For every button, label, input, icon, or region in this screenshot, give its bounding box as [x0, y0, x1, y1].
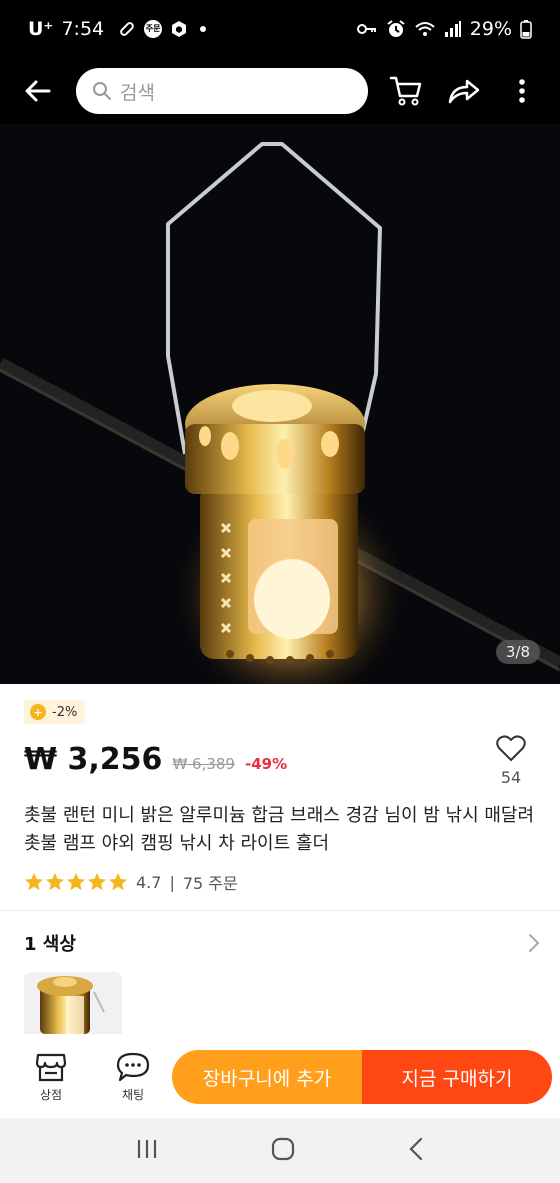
order-count: 75 주문: [182, 874, 238, 893]
notification-badge-icon: 주문: [144, 20, 163, 38]
store-label: 상점: [39, 1087, 63, 1102]
search-icon: [93, 82, 111, 100]
cart-button[interactable]: [384, 69, 428, 113]
more-button[interactable]: [500, 69, 544, 113]
search-input[interactable]: 검색: [76, 68, 368, 114]
signal-icon: [444, 21, 461, 37]
variant-label: 1 색상: [24, 934, 76, 955]
status-time: 7:54: [61, 18, 105, 40]
more-icon: [519, 79, 525, 103]
buy-now-button[interactable]: 지금 구매하기: [362, 1050, 552, 1104]
product-title: 촛불 랜턴 미니 밝은 알루미늄 합금 브래스 경감 님이 밤 낚시 매달려 촛…: [24, 805, 535, 854]
alarm-icon: [387, 20, 405, 37]
product-image-carousel[interactable]: 3/8: [0, 124, 560, 684]
wifi-icon: [415, 22, 435, 36]
divider: [0, 910, 560, 911]
variant-thumbnail[interactable]: [24, 972, 122, 1034]
recent-apps-button[interactable]: [136, 1138, 158, 1164]
variant-selector[interactable]: 1 색상: [24, 930, 540, 956]
rating-separator: |: [169, 872, 175, 892]
product-photo: [0, 124, 560, 684]
cart-icon: [389, 76, 422, 106]
current-price: ₩ 3,256: [24, 742, 163, 777]
system-back-icon: [409, 1137, 423, 1160]
home-icon: [271, 1137, 295, 1160]
chat-button[interactable]: 채팅: [102, 1052, 164, 1103]
star-icon: [88, 873, 106, 891]
wishlist-count: 54: [500, 768, 522, 787]
chat-icon: [116, 1052, 150, 1081]
more-notifications-dot: [200, 26, 207, 32]
pill-icon: [120, 22, 134, 36]
battery-icon: [520, 20, 532, 39]
variant-thumbnail-image: [24, 972, 122, 1034]
rating-value: 4.7: [136, 872, 162, 892]
coin-discount-badge: + -2%: [24, 700, 86, 724]
top-nav: 검색: [0, 58, 560, 124]
back-button[interactable]: [16, 69, 60, 113]
back-arrow-icon: [25, 80, 51, 102]
search-placeholder: 검색: [120, 81, 155, 104]
chat-label: 채팅: [121, 1087, 145, 1102]
carrier-label: U⁺: [28, 18, 54, 40]
price-row: ₩ 3,256 ₩ 6,389 -49%: [24, 742, 287, 777]
store-button[interactable]: 상점: [20, 1052, 82, 1103]
share-icon: [448, 79, 480, 104]
star-icon: [109, 873, 127, 891]
nav-actions: [384, 69, 544, 113]
status-right: 29%: [356, 18, 532, 40]
star-icon: [67, 873, 85, 891]
home-button[interactable]: [270, 1136, 296, 1166]
heart-icon: [496, 735, 526, 761]
status-bar: U⁺ 7:54 주문 29%: [0, 0, 560, 58]
cta-group: 장바구니에 추가 지금 구매하기: [172, 1050, 552, 1104]
key-icon: [356, 24, 376, 34]
status-left: U⁺ 7:54 주문: [28, 18, 207, 40]
system-navigation-bar: [0, 1118, 560, 1183]
cube-icon: [172, 21, 187, 37]
coin-discount-value: -2%: [52, 704, 78, 720]
discount-percent: -49%: [244, 755, 288, 773]
add-to-cart-button[interactable]: 장바구니에 추가: [172, 1050, 362, 1104]
rating-row[interactable]: 4.7 | 75 주문: [24, 870, 238, 894]
store-icon: [35, 1053, 67, 1081]
chevron-right-icon: [529, 934, 540, 952]
system-back-button[interactable]: [408, 1137, 424, 1165]
recent-apps-icon: [137, 1139, 157, 1158]
wishlist-button[interactable]: 54: [496, 734, 526, 787]
image-counter: 3/8: [495, 640, 540, 664]
star-icon: [46, 873, 64, 891]
battery-percent: 29%: [469, 18, 512, 40]
share-button[interactable]: [442, 69, 486, 113]
bottom-action-bar: 상점 채팅 장바구니에 추가 지금 구매하기: [0, 1036, 560, 1118]
star-icon: [25, 873, 43, 891]
star-rating: [24, 872, 128, 892]
original-price: ₩ 6,389: [172, 755, 235, 773]
coin-icon: +: [30, 704, 46, 720]
